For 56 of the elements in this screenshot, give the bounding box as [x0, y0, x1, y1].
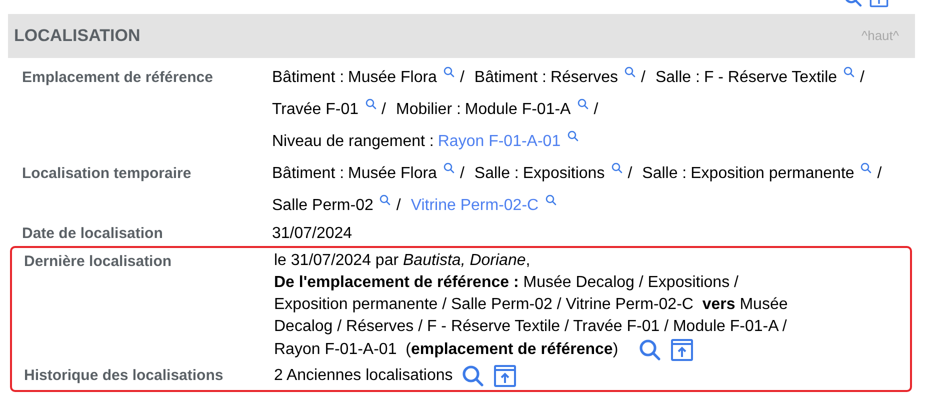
search-icon[interactable] [860, 162, 872, 174]
location-value: Module F-01-A [464, 100, 571, 120]
location-label: Bâtiment : [272, 164, 344, 184]
search-icon[interactable] [442, 162, 455, 174]
location-link[interactable]: Vitrine Perm-02-C [410, 190, 539, 222]
movement-text-line: Rayon F-01-A-01 (emplacement de référence) [274, 340, 618, 360]
location-label: Bâtiment : [272, 68, 344, 88]
location-label: Bâtiment : [474, 68, 546, 88]
search-icon[interactable] [576, 98, 589, 110]
field-label: Dernière localisation [23, 252, 173, 272]
location-label: Niveau de rangement : [272, 132, 434, 152]
search-icon[interactable] [460, 364, 485, 388]
location-value: F - Réserve Textile [704, 68, 838, 88]
movement-date-text: le 31/07/2024 par Bautista, Doriane, [274, 251, 532, 271]
field-label: Emplacement de référence [21, 68, 214, 88]
location-link[interactable]: Rayon F-01-A-01 [438, 126, 561, 158]
search-icon[interactable] [624, 66, 636, 78]
location-value: Réserves [550, 68, 618, 88]
path-separator: / [396, 196, 401, 216]
path-separator: / [641, 68, 646, 88]
path-separator: / [877, 164, 882, 184]
search-icon[interactable] [442, 66, 455, 78]
export-icon[interactable] [670, 338, 694, 362]
path-separator: / [628, 164, 632, 184]
location-value: Travée F-01 [272, 100, 359, 120]
location-value: Musée Flora [348, 164, 437, 184]
movement-text-line: Exposition permanente / Salle Perm-02 / Vitrine Perm-02-C vers Musée [274, 295, 788, 315]
path-separator: / [594, 100, 598, 120]
search-icon[interactable] [610, 162, 623, 174]
search-icon[interactable] [544, 194, 557, 206]
field-label: Date de localisation [21, 224, 164, 244]
search-icon[interactable] [364, 98, 377, 110]
path-separator: / [860, 68, 864, 88]
location-value: Salle Perm-02 [272, 196, 374, 216]
location-label: Mobilier : [396, 100, 461, 120]
path-separator: / [460, 68, 464, 88]
location-label: Salle : [655, 68, 700, 88]
search-icon[interactable] [638, 338, 662, 362]
location-value: Exposition permanente [690, 164, 854, 184]
path-separator: / [382, 100, 386, 120]
movement-text-line: De l'emplacement de référence : Musée Decalog / Expositions / [274, 273, 740, 293]
field-label: Historique des localisations [23, 366, 224, 386]
search-icon[interactable] [566, 130, 579, 142]
location-label: Salle : [474, 164, 519, 184]
location-value: Musée Flora [348, 68, 437, 88]
path-separator: / [460, 164, 464, 184]
movement-text-line: Decalog / Réserves / F - Réserve Textile / Travée F-01 / Module F-01-A / [274, 317, 788, 337]
location-label: Salle : [642, 164, 687, 184]
export-icon[interactable] [492, 364, 517, 388]
section-title: LOCALISATION [14, 25, 140, 48]
search-icon[interactable] [843, 66, 856, 78]
history-link[interactable]: 2 Anciennes localisations [274, 364, 453, 388]
location-value: Expositions [522, 164, 605, 184]
field-label: Localisation temporaire [21, 164, 192, 184]
date-value: 31/07/2024 [272, 225, 352, 242]
search-icon[interactable] [379, 194, 392, 206]
